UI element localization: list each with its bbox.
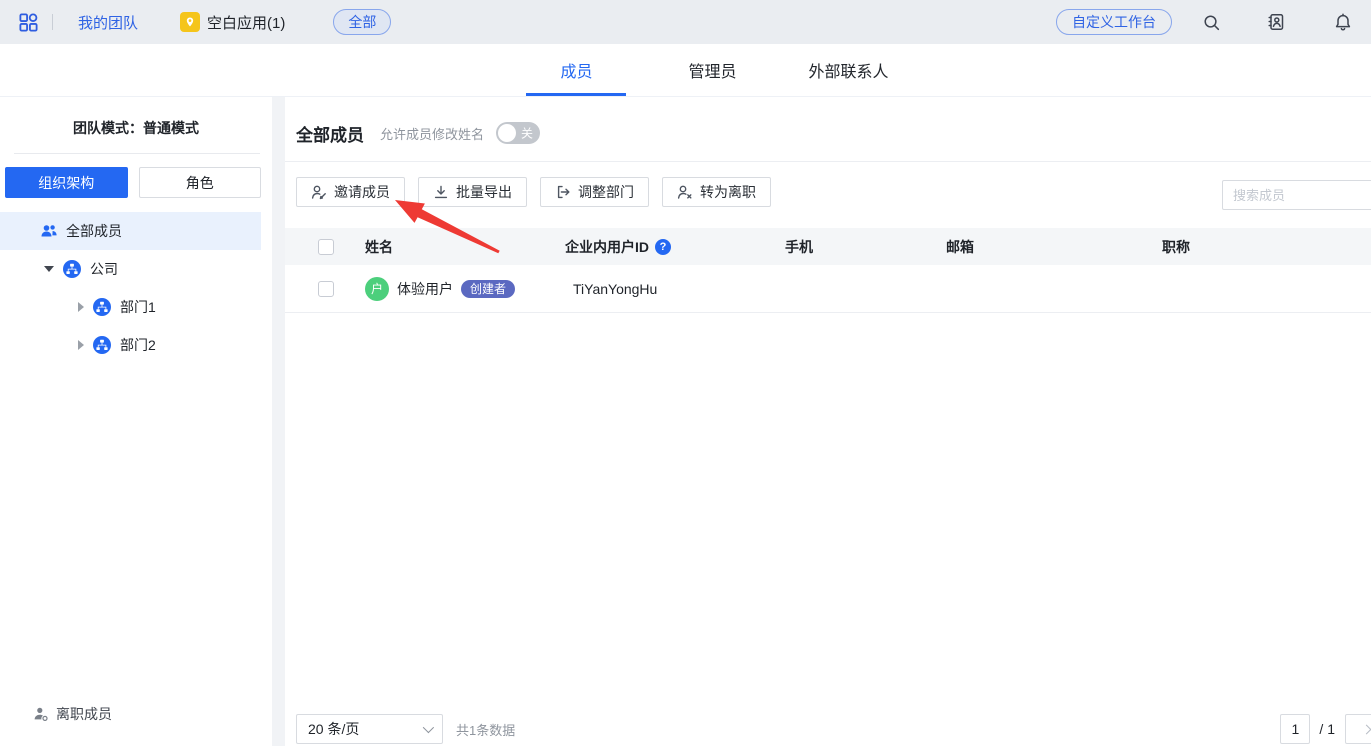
row-checkbox[interactable] <box>318 280 334 297</box>
org-tree: 全部成员 公司 部门1 部门2 <box>0 212 272 364</box>
org-node-icon <box>93 336 111 354</box>
resigned-members-label: 离职成员 <box>56 706 112 722</box>
page-size-select[interactable]: 20 条/页 <box>296 714 443 744</box>
caret-down-icon[interactable] <box>44 266 54 272</box>
action-toolbar: 邀请成员 批量导出 调整部门 转为离职 <box>296 177 1371 207</box>
layout-gap <box>272 97 285 746</box>
creator-badge: 创建者 <box>461 279 516 298</box>
topbar: 我的团队 空白应用(1) 全部 自定义工作台 <box>0 0 1371 44</box>
contacts-icon[interactable] <box>1267 12 1287 32</box>
org-node-icon <box>93 298 111 316</box>
help-icon[interactable]: ? <box>655 238 671 255</box>
resigned-person-icon <box>33 706 49 722</box>
tree-item-dept1[interactable]: 部门1 <box>0 288 272 326</box>
adjust-department-label: 调整部门 <box>578 184 634 200</box>
invite-member-button[interactable]: 邀请成员 <box>296 177 405 207</box>
member-tabs: 成员 管理员 外部联系人 <box>0 44 1371 97</box>
page-total-label: / 1 <box>1319 721 1335 737</box>
invite-member-label: 邀请成员 <box>334 184 390 200</box>
search-member-input[interactable] <box>1222 180 1371 210</box>
role-button[interactable]: 角色 <box>138 167 261 198</box>
custom-workbench-button[interactable]: 自定义工作台 <box>1056 9 1172 35</box>
org-node-icon <box>63 260 81 278</box>
app-pin-icon <box>180 12 201 32</box>
avatar: 户 <box>365 276 389 301</box>
tree-item-dept2[interactable]: 部门2 <box>0 326 272 364</box>
topbar-right: 自定义工作台 <box>1056 9 1353 35</box>
tree-item-label: 全部成员 <box>66 223 122 239</box>
tab-external-contacts[interactable]: 外部联系人 <box>798 44 898 96</box>
team-mode-label: 团队模式：普通模式 <box>73 120 199 136</box>
header-title: 职称 <box>1162 238 1190 255</box>
tree-item-company[interactable]: 公司 <box>0 250 272 288</box>
app-window: 我的团队 空白应用(1) 全部 自定义工作台 成员 管理员 外部联系人 团队模式… <box>0 0 1371 746</box>
allow-rename-toggle[interactable]: 关 <box>496 122 541 144</box>
org-structure-button[interactable]: 组织架构 <box>5 167 128 198</box>
select-all-checkbox[interactable] <box>318 238 334 255</box>
tree-item-label: 公司 <box>90 261 118 277</box>
caret-right-icon[interactable] <box>78 340 84 350</box>
header-phone: 手机 <box>785 238 813 255</box>
search-icon[interactable] <box>1202 13 1221 32</box>
chevron-right-icon <box>1361 724 1371 734</box>
to-resigned-label: 转为离职 <box>700 184 756 200</box>
person-remove-icon <box>677 184 693 200</box>
allow-rename-label: 允许成员修改姓名 <box>380 126 485 142</box>
current-page-box[interactable]: 1 <box>1280 714 1311 744</box>
total-count-label: 共1条数据 <box>456 722 516 738</box>
header-divider <box>285 161 1371 162</box>
my-team-link[interactable]: 我的团队 <box>78 12 138 33</box>
toggle-knob <box>498 124 517 142</box>
table-header: 姓名 企业内用户ID ? 手机 邮箱 职称 <box>285 228 1371 265</box>
main-panel: 全部成员 允许成员修改姓名 关 邀请成员 批量导出 调整部门 转为离职 搜索成员… <box>285 97 1371 746</box>
table-footer: 20 条/页 共1条数据 1 / 1 <box>296 714 1371 744</box>
app-name[interactable]: 空白应用(1) <box>207 12 285 33</box>
members-group-icon <box>40 222 58 240</box>
member-name: 体验用户 <box>397 280 453 297</box>
chevron-down-icon <box>422 721 435 734</box>
tree-item-label: 部门1 <box>120 299 156 315</box>
sidebar-divider <box>14 153 260 154</box>
tree-item-label: 部门2 <box>120 337 156 353</box>
toggle-state-label: 关 <box>521 126 534 141</box>
tab-members[interactable]: 成员 <box>526 44 627 96</box>
page-title: 全部成员 <box>296 125 364 145</box>
sidebar: 团队模式：普通模式 组织架构 角色 全部成员 公司 部门1 部门2 离职成员 <box>0 97 272 746</box>
to-resigned-button[interactable]: 转为离职 <box>662 177 771 207</box>
tree-item-all-members[interactable]: 全部成员 <box>0 212 261 250</box>
next-page-button[interactable] <box>1345 714 1371 744</box>
download-icon <box>433 184 449 200</box>
move-out-icon <box>555 184 571 200</box>
caret-right-icon[interactable] <box>78 302 84 312</box>
batch-export-button[interactable]: 批量导出 <box>418 177 527 207</box>
notification-bell-icon[interactable] <box>1333 12 1353 32</box>
header-user-id: 企业内用户ID <box>565 238 649 255</box>
page-size-value: 20 条/页 <box>308 721 360 737</box>
adjust-department-button[interactable]: 调整部门 <box>540 177 649 207</box>
topbar-divider <box>52 14 53 30</box>
scope-all-pill[interactable]: 全部 <box>333 9 392 35</box>
header-name: 姓名 <box>365 238 393 255</box>
invite-person-icon <box>311 184 327 200</box>
table-row[interactable]: 户 体验用户 创建者 TiYanYongHu <box>285 265 1371 313</box>
member-user-id: TiYanYongHu <box>573 280 658 297</box>
pagination: 1 / 1 <box>1280 714 1371 744</box>
header-email: 邮箱 <box>946 238 974 255</box>
batch-export-label: 批量导出 <box>456 184 512 200</box>
resigned-members-link[interactable]: 离职成员 <box>33 704 112 724</box>
app-grid-icon[interactable] <box>18 12 39 33</box>
tab-admins[interactable]: 管理员 <box>662 44 762 96</box>
